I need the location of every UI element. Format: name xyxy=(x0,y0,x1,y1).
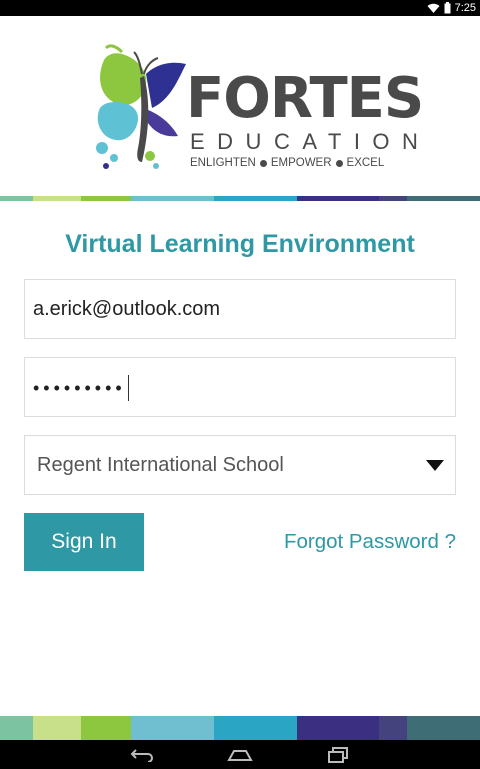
color-stripe-top xyxy=(0,196,480,201)
wifi-icon xyxy=(427,3,440,14)
school-select[interactable]: Regent International School xyxy=(24,435,456,495)
status-time: 7:25 xyxy=(454,2,476,14)
butterfly-logo-icon xyxy=(96,44,186,169)
navigation-bar xyxy=(0,740,480,769)
battery-icon xyxy=(444,2,451,14)
stripe-segment xyxy=(379,196,407,201)
status-bar: 7:25 xyxy=(0,0,480,16)
logo-tagline: ENLIGHTEN EMPOWER EXCEL xyxy=(190,156,384,170)
email-field[interactable]: a.erick@outlook.com xyxy=(24,279,456,339)
password-field[interactable]: ••••••••• xyxy=(24,357,456,417)
stripe-segment xyxy=(131,196,214,201)
stripe-segment xyxy=(33,196,81,201)
bullet-icon xyxy=(335,159,343,167)
logo-subtitle: EDUCATION xyxy=(190,129,431,154)
color-stripe-bottom xyxy=(0,716,480,740)
stripe-segment xyxy=(407,716,480,740)
stripe-segment xyxy=(81,196,131,201)
stripe-segment xyxy=(379,716,407,740)
stripe-segment xyxy=(214,716,297,740)
stripe-segment xyxy=(81,716,131,740)
stripe-segment xyxy=(33,716,81,740)
bullet-icon xyxy=(259,159,267,167)
stripe-segment xyxy=(131,716,214,740)
home-icon[interactable] xyxy=(220,744,260,766)
forgot-password-link[interactable]: Forgot Password ? xyxy=(284,513,456,571)
school-selected-value: Regent International School xyxy=(37,454,284,476)
password-mask: ••••••••• xyxy=(33,377,126,398)
dropdown-arrow-icon[interactable] xyxy=(426,460,444,471)
stripe-segment xyxy=(0,716,33,740)
sign-in-button[interactable]: Sign In xyxy=(24,513,144,571)
tagline-word: EXCEL xyxy=(346,157,385,169)
email-value: a.erick@outlook.com xyxy=(33,298,221,320)
stripe-segment xyxy=(297,716,379,740)
status-icons: 7:25 xyxy=(427,1,476,15)
back-icon[interactable] xyxy=(122,744,162,766)
stripe-segment xyxy=(214,196,297,201)
text-cursor xyxy=(127,375,129,401)
tagline-word: EMPOWER xyxy=(270,157,332,169)
recents-icon[interactable] xyxy=(318,744,358,766)
tagline-word: ENLIGHTEN xyxy=(190,157,256,169)
stripe-segment xyxy=(0,196,33,201)
password-value: ••••••••• xyxy=(33,375,129,401)
logo-brand-text: FORTES xyxy=(186,66,424,131)
logo: FORTES EDUCATION ENLIGHTEN EMPOWER EXCEL xyxy=(0,16,480,196)
stripe-segment xyxy=(407,196,480,201)
stripe-segment xyxy=(297,196,379,201)
page-title: Virtual Learning Environment xyxy=(65,230,415,258)
